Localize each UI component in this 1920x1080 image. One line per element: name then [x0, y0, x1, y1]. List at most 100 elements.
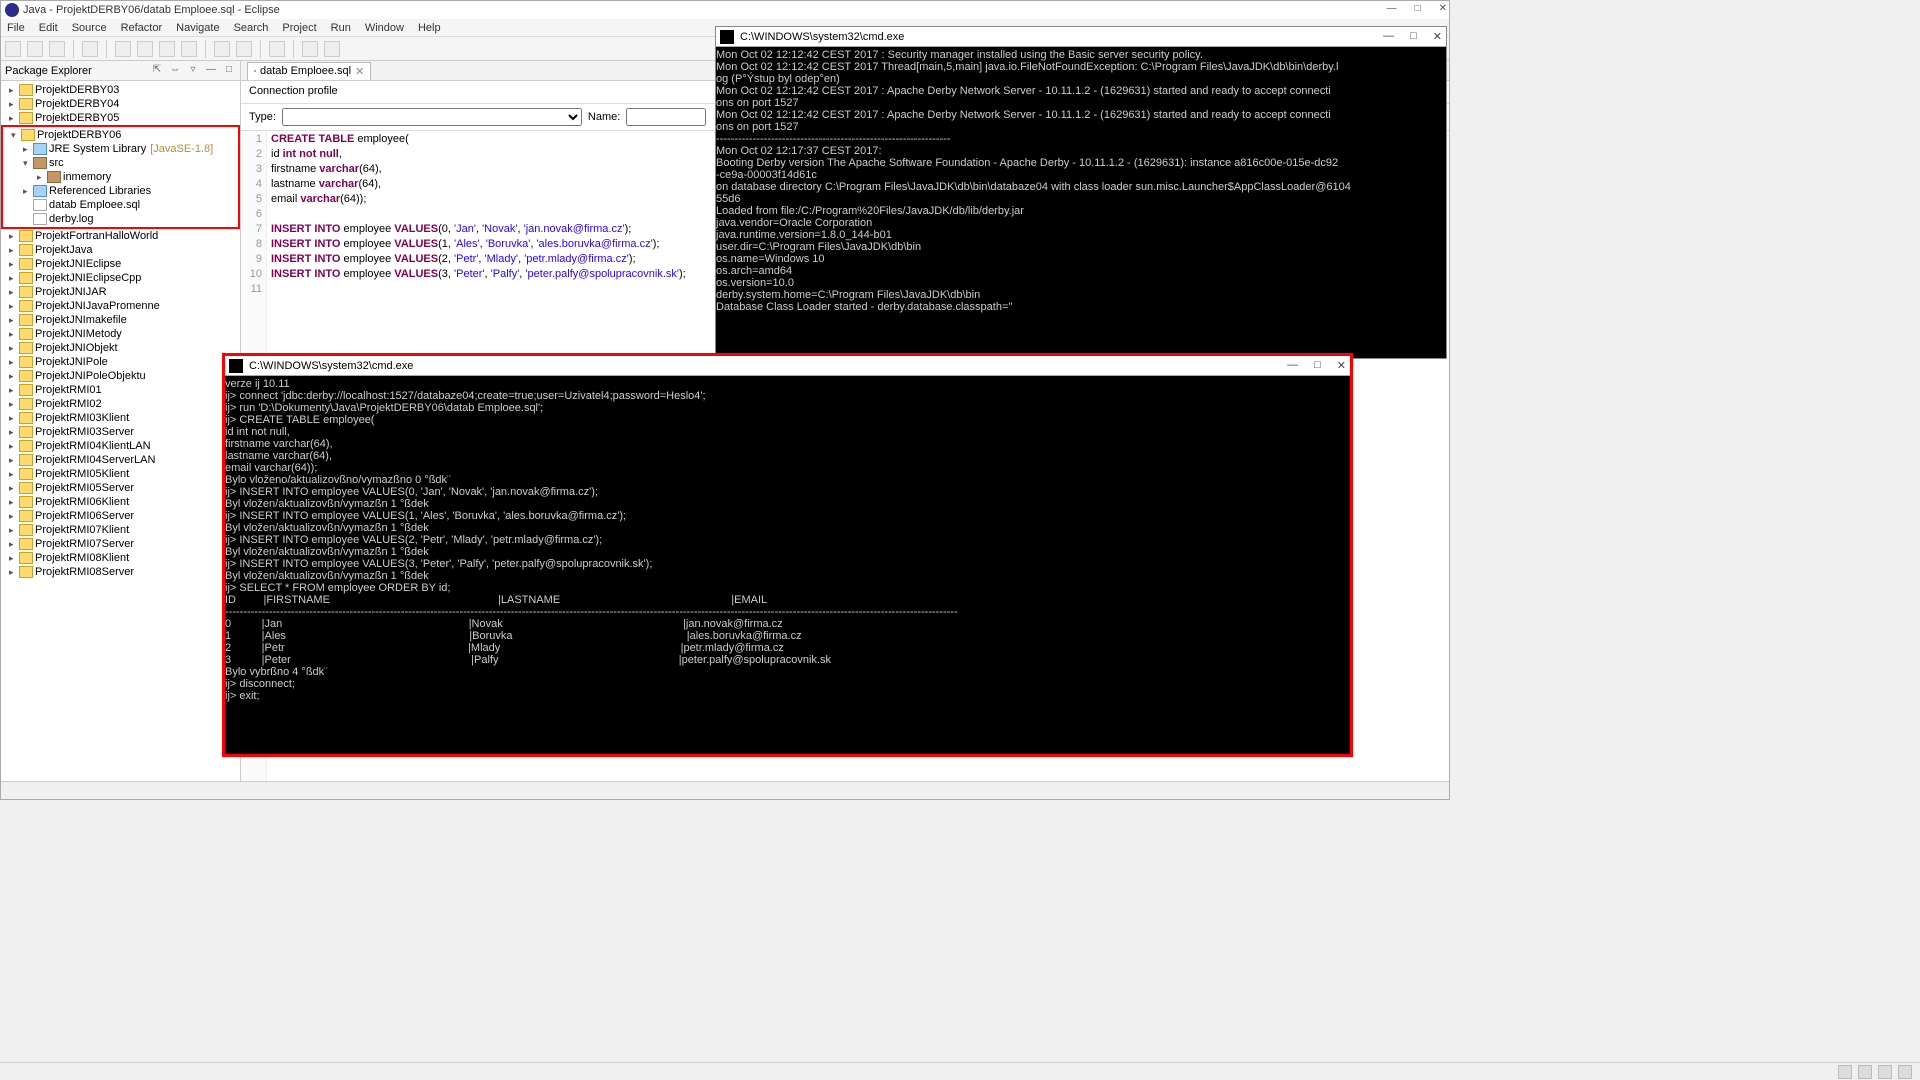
menu-edit[interactable]: Edit: [39, 22, 58, 34]
separator: [106, 40, 107, 58]
tree-item[interactable]: ▸ProjektRMI03Klient: [1, 411, 240, 425]
toolbar-build-icon[interactable]: [82, 41, 98, 57]
tree-item[interactable]: ▸ProjektRMI04ServerLAN: [1, 453, 240, 467]
tree-item[interactable]: ▸ProjektRMI06Klient: [1, 495, 240, 509]
menu-file[interactable]: File: [7, 22, 25, 34]
cmd-icon: [229, 359, 243, 373]
eclipse-icon: [5, 3, 19, 17]
tree-item[interactable]: ▸ProjektRMI03Server: [1, 425, 240, 439]
terminal-output[interactable]: verze ij 10.11ij> connect 'jdbc:derby://…: [225, 376, 1350, 704]
menu-help[interactable]: Help: [418, 22, 441, 34]
tree-item[interactable]: ▸ProjektJNIEclipseCpp: [1, 271, 240, 285]
minimize-view-icon[interactable]: —: [204, 64, 218, 78]
menu-refactor[interactable]: Refactor: [121, 22, 163, 34]
toolbar-back-icon[interactable]: [302, 41, 318, 57]
close-icon[interactable]: ✕: [1433, 30, 1442, 43]
tree-item[interactable]: ▸ProjektJNImakefile: [1, 313, 240, 327]
minimize-icon[interactable]: —: [1387, 3, 1397, 14]
tree-item[interactable]: ▸ProjektJNIPoleObjektu: [1, 369, 240, 383]
perspective-icon[interactable]: [1838, 1065, 1852, 1079]
menu-project[interactable]: Project: [282, 22, 316, 34]
name-input[interactable]: [626, 108, 706, 126]
toolbar-run-icon[interactable]: [137, 41, 153, 57]
separator: [293, 40, 294, 58]
toolbar-debug-icon[interactable]: [115, 41, 131, 57]
tree-item[interactable]: ▸ProjektRMI04KlientLAN: [1, 439, 240, 453]
package-tree[interactable]: ▸ProjektDERBY03▸ProjektDERBY04▸ProjektDE…: [1, 81, 240, 781]
tree-item[interactable]: ▸ProjektRMI07Klient: [1, 523, 240, 537]
toolbar-external-icon[interactable]: [181, 41, 197, 57]
tree-item[interactable]: ▸ProjektJNIMetody: [1, 327, 240, 341]
menu-window[interactable]: Window: [365, 22, 404, 34]
tree-item[interactable]: ▸ProjektDERBY05: [1, 111, 240, 125]
menu-run[interactable]: Run: [331, 22, 351, 34]
tree-item[interactable]: ▾src: [3, 156, 238, 170]
view-menu-icon[interactable]: ▿: [186, 64, 200, 78]
tree-item[interactable]: ▸ProjektRMI08Klient: [1, 551, 240, 565]
tree-item[interactable]: ▸ProjektRMI05Server: [1, 481, 240, 495]
menu-navigate[interactable]: Navigate: [176, 22, 219, 34]
tree-item[interactable]: ▸inmemory: [3, 170, 238, 184]
toolbar-saveall-icon[interactable]: [49, 41, 65, 57]
separator: [260, 40, 261, 58]
tree-item[interactable]: ▾ProjektDERBY06: [3, 128, 238, 142]
toolbar-coverage-icon[interactable]: [159, 41, 175, 57]
link-icon[interactable]: ⇔: [168, 64, 182, 78]
tree-item[interactable]: ▸ProjektJNIJAR: [1, 285, 240, 299]
toolbar-search-icon[interactable]: [269, 41, 285, 57]
close-icon[interactable]: ✕: [1439, 3, 1447, 14]
maximize-icon[interactable]: □: [1410, 30, 1417, 43]
eclipse-title: Java - ProjektDERBY06/datab Emploee.sql …: [23, 4, 280, 16]
maximize-icon[interactable]: □: [1415, 3, 1421, 14]
menu-source[interactable]: Source: [72, 22, 107, 34]
cmd-window-ij: C:\WINDOWS\system32\cmd.exe — □ ✕ verze …: [224, 355, 1351, 755]
tree-item[interactable]: ▸ProjektRMI08Server: [1, 565, 240, 579]
editor-tab[interactable]: datab Emploee.sql ✕: [247, 62, 371, 80]
tree-item[interactable]: ▸ProjektJNIObjekt: [1, 341, 240, 355]
tree-item[interactable]: ▸ProjektFortranHalloWorld: [1, 229, 240, 243]
perspective-icon[interactable]: [1898, 1065, 1912, 1079]
perspective-icon[interactable]: [1858, 1065, 1872, 1079]
minimize-icon[interactable]: —: [1383, 30, 1394, 43]
toolbar-newpkg-icon[interactable]: [214, 41, 230, 57]
close-tab-icon[interactable]: ✕: [355, 65, 364, 78]
menu-search[interactable]: Search: [234, 22, 269, 34]
cmd-title: C:\WINDOWS\system32\cmd.exe: [740, 31, 904, 43]
tree-item[interactable]: ▸ProjektDERBY03: [1, 83, 240, 97]
tree-item[interactable]: ▸JRE System Library[JavaSE-1.8]: [3, 142, 238, 156]
perspective-icon[interactable]: [1878, 1065, 1892, 1079]
connection-profile-label: Connection profile: [249, 85, 338, 97]
toolbar-new-icon[interactable]: [5, 41, 21, 57]
eclipse-titlebar: Java - ProjektDERBY06/datab Emploee.sql …: [1, 1, 1449, 19]
tree-item[interactable]: ▸ProjektRMI05Klient: [1, 467, 240, 481]
cmd-window-server: C:\WINDOWS\system32\cmd.exe — □ ✕ Mon Oc…: [715, 26, 1447, 359]
tree-item[interactable]: derby.log: [3, 212, 238, 226]
cmd-title: C:\WINDOWS\system32\cmd.exe: [249, 360, 413, 372]
name-label: Name:: [588, 111, 620, 123]
maximize-icon[interactable]: □: [1314, 359, 1321, 372]
type-select[interactable]: [282, 108, 582, 126]
maximize-view-icon[interactable]: □: [222, 64, 236, 78]
close-icon[interactable]: ✕: [1337, 359, 1346, 372]
tree-item[interactable]: ▸Referenced Libraries: [3, 184, 238, 198]
tree-item[interactable]: ▸ProjektRMI01: [1, 383, 240, 397]
tree-item[interactable]: ▸ProjektDERBY04: [1, 97, 240, 111]
toolbar-forward-icon[interactable]: [324, 41, 340, 57]
toolbar-newclass-icon[interactable]: [236, 41, 252, 57]
tree-item[interactable]: ▸ProjektRMI07Server: [1, 537, 240, 551]
collapse-all-icon[interactable]: ⇱: [150, 64, 164, 78]
tree-item[interactable]: ▸ProjektJNIPole: [1, 355, 240, 369]
separator: [205, 40, 206, 58]
sql-file-icon: [254, 70, 256, 72]
tree-item[interactable]: ▸ProjektRMI02: [1, 397, 240, 411]
tree-item[interactable]: datab Emploee.sql: [3, 198, 238, 212]
minimize-icon[interactable]: —: [1287, 359, 1298, 372]
tree-item[interactable]: ▸ProjektRMI06Server: [1, 509, 240, 523]
statusbar: [1, 781, 1449, 799]
type-label: Type:: [249, 111, 276, 123]
tree-item[interactable]: ▸ProjektJava: [1, 243, 240, 257]
terminal-output[interactable]: Mon Oct 02 12:12:42 CEST 2017 : Security…: [716, 47, 1446, 315]
toolbar-save-icon[interactable]: [27, 41, 43, 57]
tree-item[interactable]: ▸ProjektJNIJavaPromenne: [1, 299, 240, 313]
tree-item[interactable]: ▸ProjektJNIEclipse: [1, 257, 240, 271]
